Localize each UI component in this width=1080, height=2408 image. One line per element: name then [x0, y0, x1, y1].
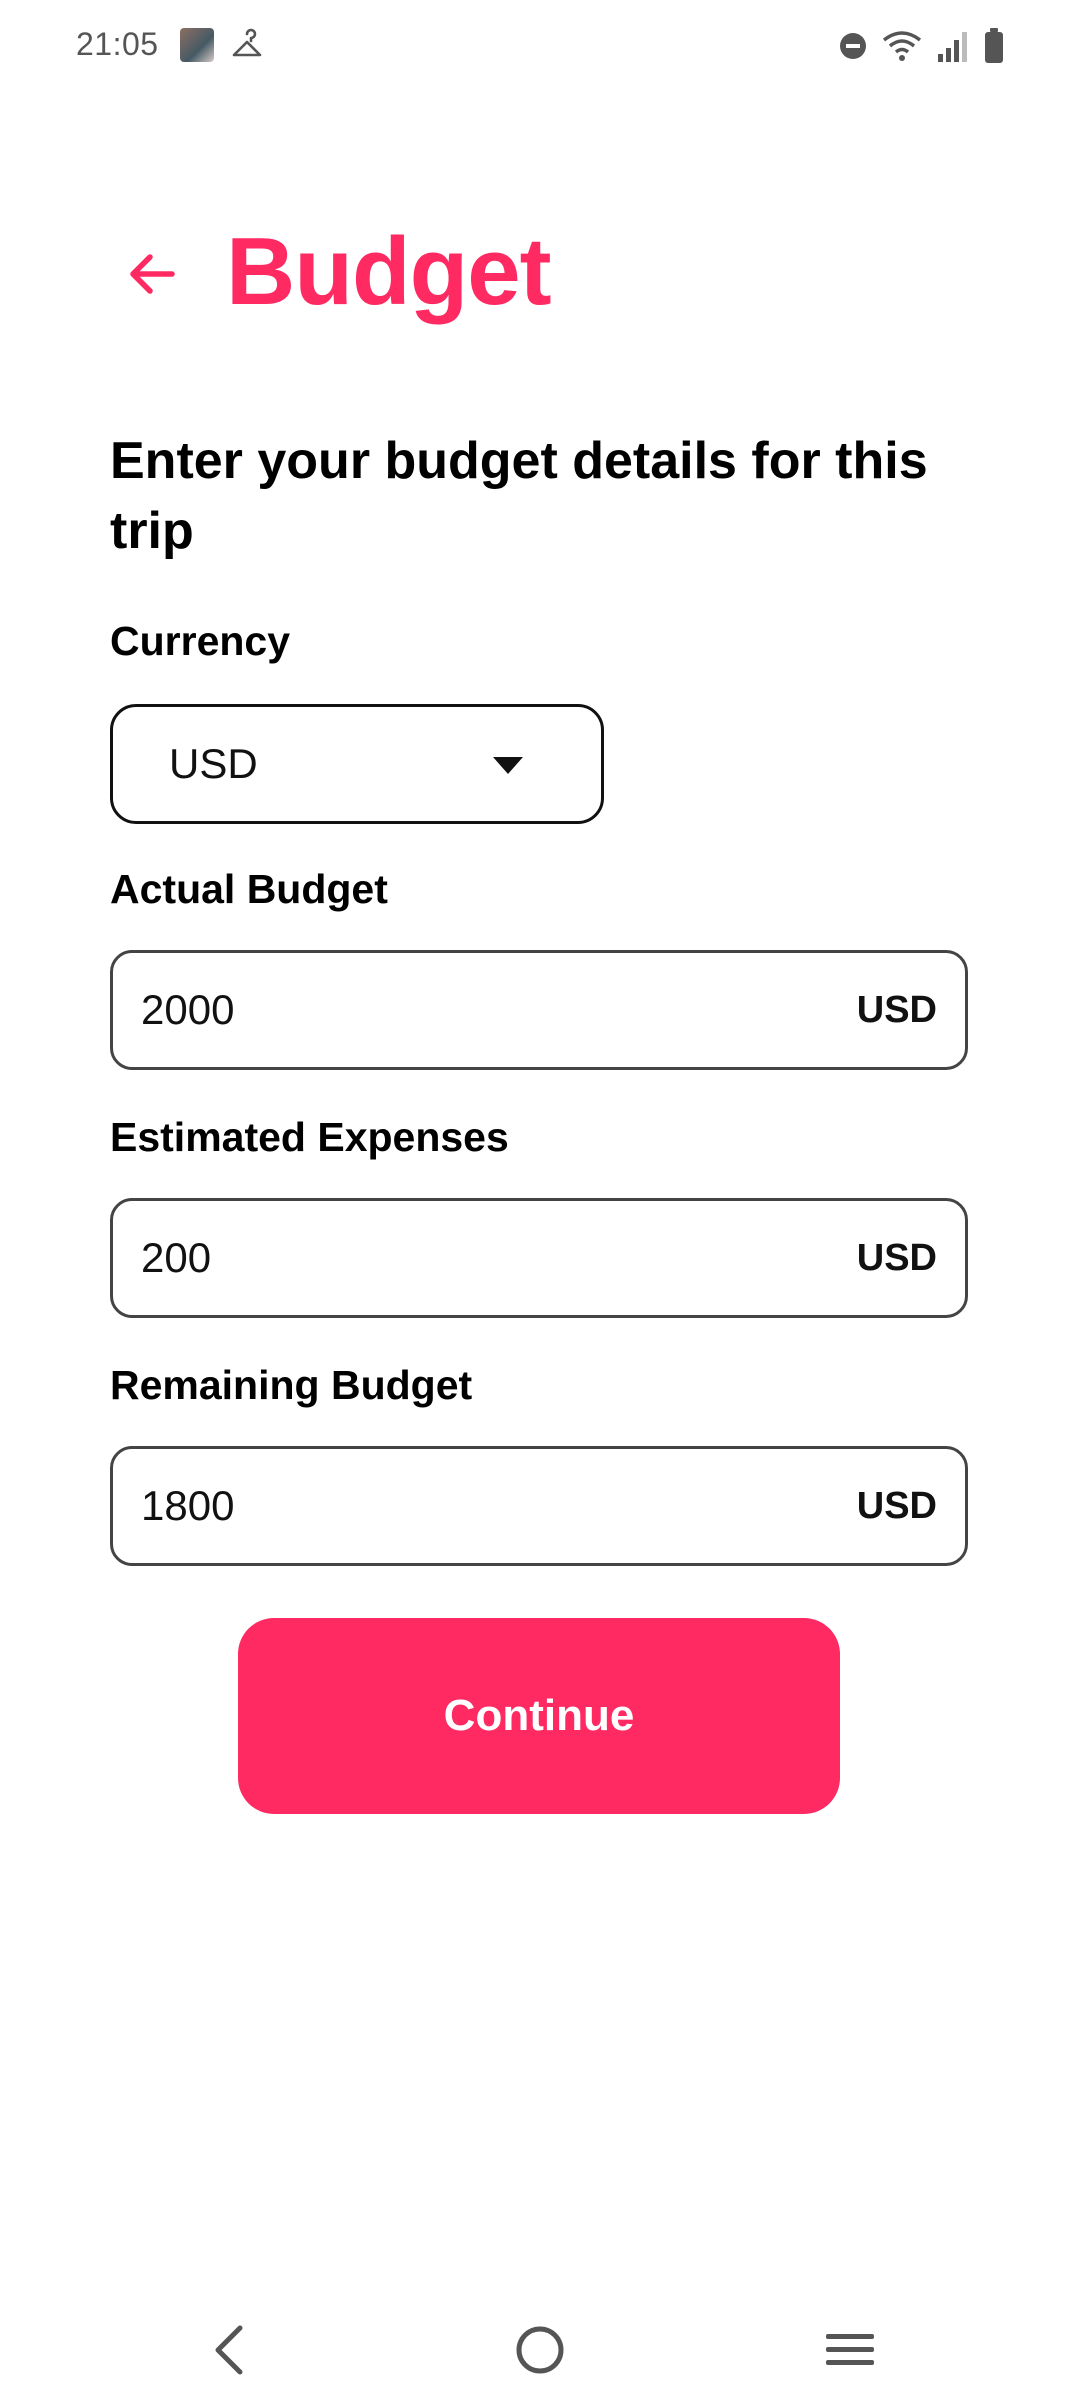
remaining-budget-label: Remaining Budget — [110, 1362, 473, 1408]
hanger-icon — [230, 28, 264, 62]
continue-button[interactable]: Continue — [238, 1618, 840, 1814]
currency-label: Currency — [110, 618, 291, 664]
currency-selected-value: USD — [169, 740, 258, 787]
do-not-disturb-icon — [838, 31, 868, 61]
status-icons — [838, 26, 1004, 66]
system-nav-bar — [0, 2290, 1080, 2408]
caret-down-icon — [493, 757, 523, 775]
actual-budget-currency-suffix: USD — [856, 988, 937, 1031]
status-bar: 21:05 — [0, 0, 1080, 90]
page-title: Budget — [226, 218, 552, 325]
photo-thumbnail-icon — [180, 28, 214, 62]
battery-icon — [984, 28, 1004, 64]
arrow-left-icon[interactable] — [122, 244, 182, 304]
currency-dropdown[interactable]: USD — [110, 704, 604, 824]
actual-budget-label: Actual Budget — [110, 866, 388, 912]
nav-recents-icon[interactable] — [810, 2310, 890, 2390]
status-time: 21:05 — [76, 26, 159, 62]
nav-home-icon[interactable] — [500, 2310, 580, 2390]
wifi-icon — [882, 30, 922, 62]
remaining-budget-currency-suffix: USD — [856, 1484, 937, 1527]
remaining-budget-input[interactable]: 1800 USD — [110, 1446, 968, 1566]
estimated-expenses-input[interactable]: 200 USD — [110, 1198, 968, 1318]
continue-button-label: Continue — [443, 1691, 635, 1740]
actual-budget-value: 2000 — [141, 986, 235, 1033]
signal-icon — [936, 30, 970, 62]
estimated-expenses-currency-suffix: USD — [856, 1236, 937, 1279]
estimated-expenses-label: Estimated Expenses — [110, 1114, 509, 1160]
actual-budget-input[interactable]: 2000 USD — [110, 950, 968, 1070]
form-subtitle: Enter your budget details for this trip — [110, 432, 928, 560]
remaining-budget-value: 1800 — [141, 1482, 235, 1529]
nav-back-icon[interactable] — [188, 2310, 268, 2390]
budget-screen: 21:05 Budget Enter your budget details f… — [0, 0, 1080, 2408]
estimated-expenses-value: 200 — [141, 1234, 212, 1281]
